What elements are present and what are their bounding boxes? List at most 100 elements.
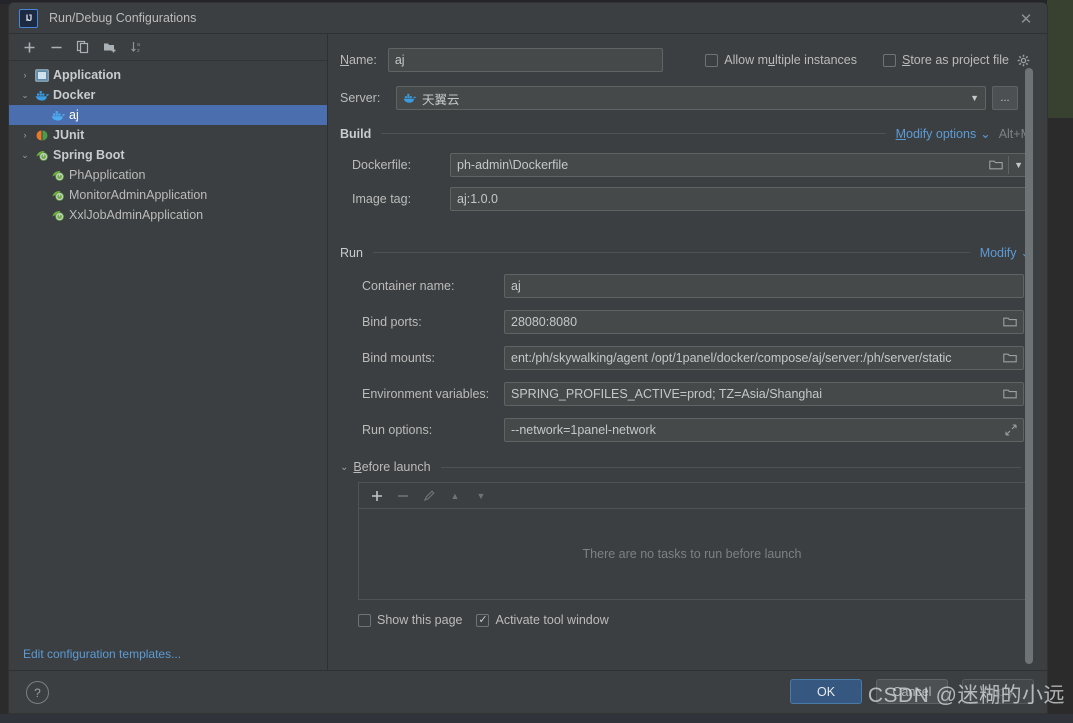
expand-icon[interactable]: [1005, 424, 1017, 436]
field-divider: [1008, 156, 1010, 174]
folder-add-icon[interactable]: [98, 36, 122, 58]
bind-ports-input[interactable]: 28080:8080: [504, 310, 1024, 334]
chevron-down-icon[interactable]: ⌄: [980, 126, 990, 141]
environment-variables-input[interactable]: SPRING_PROFILES_ACTIVE=prod; TZ=Asia/Sha…: [504, 382, 1024, 406]
tree-node-label: MonitorAdminApplication: [69, 188, 208, 202]
modify-options-link[interactable]: Modify options: [896, 127, 977, 141]
folder-icon[interactable]: [1003, 316, 1017, 328]
tree-node-aj[interactable]: aj: [9, 105, 327, 125]
tree-node-monitoradminapplication[interactable]: MonitorAdminApplication: [9, 185, 327, 205]
before-launch-header[interactable]: ⌄ Before launch: [340, 460, 1031, 474]
tree-node-junit[interactable]: › JUnit: [9, 125, 327, 145]
apply-button[interactable]: Apply: [962, 679, 1034, 704]
name-row: Name: aj Allow multiple instances Store …: [340, 48, 1031, 72]
run-debug-configurations-dialog: IJ Run/Debug Configurations ✕ a z › Appl…: [8, 2, 1048, 714]
container-name-value: aj: [511, 279, 521, 293]
add-task-button[interactable]: [367, 485, 387, 507]
environment-variables-value: SPRING_PROFILES_ACTIVE=prod; TZ=Asia/Sha…: [511, 387, 823, 401]
bind-ports-row: Bind ports: 28080:8080: [340, 310, 1031, 334]
spring-boot-icon: [33, 147, 51, 163]
bind-mounts-label: Bind mounts:: [362, 351, 435, 365]
chevron-down-icon[interactable]: ⌄: [17, 90, 33, 101]
sort-alphabetically-icon[interactable]: a z: [125, 36, 149, 58]
question-mark-icon[interactable]: ?: [26, 681, 49, 704]
tree-node-application[interactable]: › Application: [9, 65, 327, 85]
ok-button[interactable]: OK: [790, 679, 862, 704]
image-tag-value: aj:1.0.0: [457, 192, 499, 206]
dockerfile-value: ph-admin\Dockerfile: [457, 158, 569, 172]
chevron-down-icon[interactable]: ⌄: [17, 150, 33, 161]
spring-boot-icon: [49, 207, 67, 223]
tree-node-label: XxlJobAdminApplication: [69, 208, 204, 222]
arrow-up-icon: ▲: [450, 490, 460, 501]
sidebar-toolbar: a z: [9, 34, 327, 61]
tree-node-docker[interactable]: ⌄ Docker: [9, 85, 327, 105]
section-divider: [381, 133, 886, 134]
checkbox-box: [882, 53, 896, 67]
server-combobox[interactable]: 天翼云 ▼: [396, 86, 986, 110]
allow-multiple-instances-checkbox[interactable]: Allow multiple instances: [705, 53, 857, 67]
tree-node-phapplication[interactable]: PhApplication: [9, 165, 327, 185]
cancel-button[interactable]: Cancel: [876, 679, 948, 704]
run-section-title: Run: [340, 245, 363, 260]
run-options-value: --network=1panel-network: [511, 423, 656, 437]
chevron-right-icon[interactable]: ›: [17, 70, 33, 80]
container-name-input[interactable]: aj: [504, 274, 1024, 298]
build-section-header: Build Modify options ⌄ Alt+M: [340, 126, 1031, 142]
before-launch-task-list: ▲ ▼ There are no tasks to run before lau…: [358, 482, 1026, 600]
server-value: 天翼云: [422, 92, 460, 107]
before-launch-empty-text: There are no tasks to run before launch: [582, 547, 802, 561]
folder-icon[interactable]: [1003, 388, 1017, 400]
checkbox-box: [358, 613, 371, 627]
section-divider: [440, 466, 1021, 468]
remove-configuration-button[interactable]: [44, 36, 68, 58]
tree-node-spring-boot[interactable]: ⌄ Spring Boot: [9, 145, 327, 165]
dockerfile-row: Dockerfile: ph-admin\Dockerfile ▼: [340, 153, 1031, 177]
chevron-down-icon[interactable]: ▼: [970, 93, 979, 103]
modify-link[interactable]: Modify: [980, 246, 1017, 260]
server-browse-button[interactable]: ...: [992, 86, 1018, 110]
bind-ports-label: Bind ports:: [362, 315, 422, 329]
folder-icon[interactable]: [989, 159, 1003, 171]
activate-tool-window-checkbox[interactable]: Activate tool window: [476, 613, 609, 627]
background-bottom-strip: [0, 714, 1073, 723]
section-divider: [372, 252, 970, 253]
tree-node-xxljobadminapplication[interactable]: XxlJobAdminApplication: [9, 205, 327, 225]
environment-variables-row: Environment variables: SPRING_PROFILES_A…: [340, 382, 1031, 406]
chevron-right-icon[interactable]: ›: [17, 130, 33, 140]
show-this-page-checkbox[interactable]: Show this page: [358, 613, 462, 627]
chevron-down-icon[interactable]: ⌄: [340, 462, 348, 473]
allow-multiple-instances-label: Allow multiple instances: [724, 53, 857, 67]
dockerfile-input[interactable]: ph-admin\Dockerfile ▼: [450, 153, 1030, 177]
bind-mounts-input[interactable]: ent:/ph/skywalking/agent /opt/1panel/doc…: [504, 346, 1024, 370]
add-configuration-button[interactable]: [17, 36, 41, 58]
dialog-titlebar: IJ Run/Debug Configurations ✕: [9, 3, 1047, 34]
copy-icon[interactable]: [71, 36, 95, 58]
configurations-sidebar: a z › Application ⌄ Docker aj › JUnit ⌄ …: [9, 34, 328, 673]
run-section-header: Run Modify ⌄: [340, 245, 1031, 261]
server-label: Server:: [340, 91, 381, 105]
pencil-icon: [419, 485, 439, 507]
server-row: Server: 天翼云 ▼ ...: [340, 86, 1031, 110]
close-icon[interactable]: ✕: [1011, 8, 1041, 30]
edit-configuration-templates-link[interactable]: Edit configuration templates...: [23, 647, 181, 661]
checkbox-box: [476, 613, 490, 627]
run-options-input[interactable]: --network=1panel-network: [504, 418, 1024, 442]
form-scrollbar[interactable]: [1025, 68, 1033, 664]
folder-icon[interactable]: [1003, 352, 1017, 364]
background-editor-strip: [1047, 0, 1073, 118]
chevron-down-icon[interactable]: ▼: [1014, 160, 1023, 170]
name-label: Name:: [340, 53, 377, 67]
arrow-down-icon: ▼: [476, 490, 486, 501]
name-input[interactable]: aj: [387, 48, 664, 72]
dialog-buttons: OK Cancel Apply: [790, 679, 1034, 704]
container-name-row: Container name: aj: [340, 274, 1031, 298]
image-tag-input[interactable]: aj:1.0.0: [450, 187, 1030, 211]
dialog-body: a z › Application ⌄ Docker aj › JUnit ⌄ …: [9, 34, 1047, 673]
store-as-project-file-checkbox[interactable]: Store as project file: [882, 49, 1031, 71]
intellij-idea-icon: IJ: [19, 8, 38, 28]
svg-text:z: z: [137, 48, 140, 54]
tree-node-label: Docker: [53, 88, 96, 102]
tree-node-label: Spring Boot: [53, 148, 125, 162]
show-this-page-label: Show this page: [377, 613, 463, 627]
